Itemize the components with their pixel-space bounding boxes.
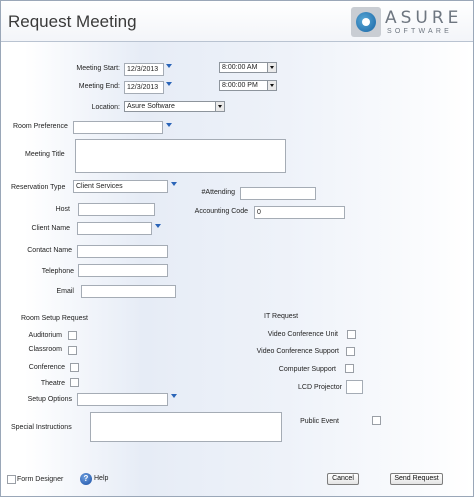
chevron-down-icon [215,102,224,111]
host-input[interactable] [78,203,155,216]
video-conference-support-checkbox[interactable] [346,347,355,356]
form-designer-checkbox[interactable] [7,475,16,484]
contact-name-input[interactable] [77,245,168,258]
lcd-projector-input[interactable] [346,380,363,394]
meeting-end-time-select[interactable]: 8:00:00 PM [219,80,277,91]
cancel-button[interactable]: Cancel [327,473,359,485]
video-conference-unit-label: Video Conference Unit [267,331,338,338]
calendar-dropdown-icon[interactable] [165,62,173,70]
auditorium-label: Auditorium [28,332,62,339]
setup-options-dropdown-icon[interactable] [170,392,178,400]
conference-checkbox[interactable] [70,363,79,372]
send-request-button[interactable]: Send Request [390,473,443,485]
room-setup-heading: Room Setup Request [21,315,88,322]
client-name-input[interactable] [77,222,152,235]
theatre-checkbox[interactable] [70,378,79,387]
accounting-code-label: Accounting Code [194,208,248,215]
logo-word-software: SOFTWARE [387,28,453,35]
room-preference-input[interactable] [73,121,163,134]
location-label: Location: [91,104,120,111]
conference-label: Conference [28,364,65,371]
setup-options-input[interactable] [77,393,168,406]
help-icon[interactable]: ? [80,473,92,485]
reservation-type-input[interactable]: Client Services [73,180,168,193]
reservation-type-dropdown-icon[interactable] [170,180,178,188]
meeting-title-textarea[interactable] [75,139,286,173]
it-request-heading: IT Request [264,313,299,320]
location-select[interactable]: Asure Software [124,101,225,112]
client-name-label: Client Name [31,225,70,232]
asure-logo: ASURE SOFTWARE [351,7,471,39]
meeting-start-label: Meeting Start: [76,65,120,72]
special-instructions-textarea[interactable] [90,412,282,442]
telephone-input[interactable] [78,264,168,277]
room-preference-label: Room Preference [13,123,68,130]
auditorium-checkbox[interactable] [68,331,77,340]
attending-label: #Attending [201,189,235,196]
lcd-projector-label: LCD Projector [298,384,342,391]
theatre-label: Theatre [40,380,65,387]
public-event-label: Public Event [300,418,339,425]
setup-options-label: Setup Options [27,396,72,403]
room-preference-dropdown-icon[interactable] [165,121,173,129]
special-instructions-label: Special Instructions [11,424,72,431]
public-event-checkbox[interactable] [372,416,381,425]
computer-support-label: Computer Support [278,366,336,373]
meeting-start-date-input[interactable]: 12/3/2013 [124,63,164,76]
accounting-code-input[interactable]: 0 [254,206,345,219]
help-link[interactable]: Help [94,475,108,482]
email-input[interactable] [81,285,176,298]
classroom-checkbox[interactable] [68,346,77,355]
logo-word-asure: ASURE [385,8,463,28]
video-conference-unit-checkbox[interactable] [347,330,356,339]
page-title: Request Meeting [8,12,137,31]
header-bar: Request Meeting ASURE SOFTWARE [1,1,473,42]
classroom-label: Classroom [28,346,62,353]
chevron-down-icon [267,63,276,72]
contact-name-label: Contact Name [27,247,72,254]
meeting-start-time-select[interactable]: 8:00:00 AM [219,62,277,73]
video-conference-support-label: Video Conference Support [256,348,339,355]
host-label: Host [55,206,70,213]
meeting-end-date-input[interactable]: 12/3/2013 [124,81,164,94]
reservation-type-label: Reservation Type [11,184,66,191]
email-label: Email [56,288,74,295]
form-designer-label: Form Designer [17,476,64,483]
meeting-end-label: Meeting End: [78,83,120,90]
calendar-dropdown-icon[interactable] [165,80,173,88]
attending-input[interactable] [240,187,316,200]
meeting-title-label: Meeting Title [25,151,65,158]
chevron-down-icon [267,81,276,90]
telephone-label: Telephone [41,268,74,275]
client-name-dropdown-icon[interactable] [154,222,162,230]
computer-support-checkbox[interactable] [345,364,354,373]
asure-logo-icon [351,7,381,37]
